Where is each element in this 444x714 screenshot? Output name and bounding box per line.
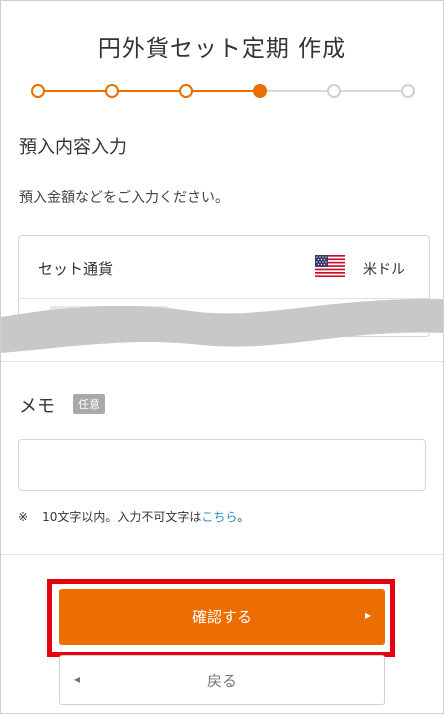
forbidden-chars-link[interactable]: こちら [201,510,237,524]
step-2-dot [105,84,119,98]
step-1-dot [31,84,45,98]
currency-value: 米ドル [363,262,405,278]
footer-divider [1,554,443,555]
step-4-dot-current [253,84,267,98]
confirm-button[interactable]: 確認する ▸ [59,589,385,645]
memo-input[interactable] [18,439,426,491]
currency-label: セット通貨 [38,260,114,278]
step-6-dot [401,84,415,98]
step-3-dot [179,84,193,98]
section-heading: 預入内容入力 [19,137,127,158]
section-lead: 預入金額などをご入力ください。 [19,190,229,206]
back-button[interactable]: ◂ 戻る [59,655,385,705]
memo-label: メモ [19,396,55,417]
app-frame: 円外貨セット定期 作成 預入内容入力 預入金額などをご入力ください。 セット通貨 [0,0,444,714]
stepper-track-done [37,90,261,92]
step-5-dot [327,84,341,98]
page-title: 円外貨セット定期 作成 [97,36,347,62]
optional-badge: 任意 [73,394,105,414]
content-break-wave [1,298,443,353]
progress-stepper [31,83,415,99]
us-flag-icon [315,255,345,277]
note-end: 。 [237,510,250,524]
note-text: 10文字以内。入力不可文字は [42,510,202,524]
memo-note: ※ 10文字以内。入力不可文字はこちら。 [18,508,249,525]
confirm-button-label: 確認する [191,608,252,626]
back-button-label: 戻る [206,672,237,690]
section-divider [1,361,443,362]
chevron-right-icon: ▸ [364,608,371,622]
note-mark: ※ [18,510,29,524]
